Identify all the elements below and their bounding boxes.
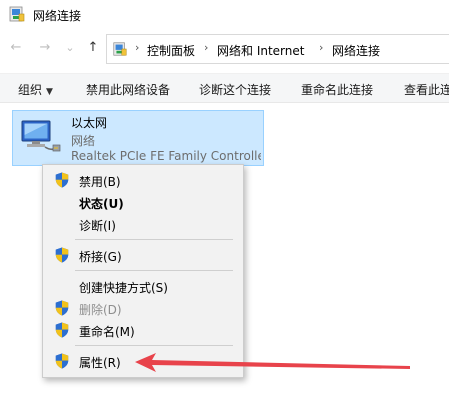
view-status-button[interactable]: 查看此连	[404, 81, 449, 98]
menu-item-label: 禁用(B)	[79, 175, 121, 189]
network-connections-icon	[9, 5, 25, 23]
menu-item-label: 重命名(M)	[79, 325, 135, 339]
menu-item-disable[interactable]: 禁用(B)	[45, 169, 241, 191]
menu-item-diagnose[interactable]: 诊断(I)	[45, 213, 241, 235]
diagnose-connection-button[interactable]: 诊断这个连接	[199, 81, 271, 98]
menu-item-label: 状态(U)	[79, 197, 124, 211]
shield-icon	[55, 172, 69, 188]
breadcrumb-separator-icon[interactable]: ›	[319, 41, 323, 54]
up-arrow-icon[interactable]: ↑	[84, 39, 102, 57]
menu-item-label: 删除(D)	[79, 303, 122, 317]
breadcrumb-separator-icon[interactable]: ›	[204, 41, 208, 54]
breadcrumb-network-internet[interactable]: 网络和 Internet	[217, 42, 304, 59]
address-row: ← → ⌄ ↑ › 控制面板 › 网络和 Internet › 网络连接	[0, 34, 449, 64]
shield-icon	[55, 322, 69, 338]
command-bar: 组织 ▼ 禁用此网络设备 诊断这个连接 重命名此连接 查看此连	[0, 73, 449, 103]
title-bar: 网络连接	[0, 0, 449, 30]
breadcrumb-separator-icon[interactable]: ›	[135, 41, 139, 54]
shield-icon	[55, 300, 69, 316]
menu-item-rename[interactable]: 重命名(M)	[45, 319, 241, 341]
address-bar[interactable]: › 控制面板 › 网络和 Internet › 网络连接	[106, 34, 449, 64]
shield-icon	[55, 247, 69, 263]
menu-item-delete: 删除(D)	[45, 297, 241, 319]
context-menu: 禁用(B) 状态(U) 诊断(I) 桥接(G) 创建快捷方式(S) 删除(D) …	[42, 164, 244, 378]
adapter-network-status: 网络	[71, 134, 96, 148]
menu-item-label: 创建快捷方式(S)	[79, 281, 168, 295]
organize-button[interactable]: 组织 ▼	[18, 81, 53, 98]
breadcrumb-control-panel[interactable]: 控制面板	[147, 42, 195, 59]
menu-item-bridge[interactable]: 桥接(G)	[45, 244, 241, 266]
menu-separator	[75, 239, 233, 240]
ethernet-adapter-icon	[21, 120, 61, 152]
network-connections-window: 网络连接 ← → ⌄ ↑ › 控制面板 › 网络和 Internet › 网络连…	[0, 0, 449, 416]
breadcrumb-network-connections[interactable]: 网络连接	[332, 42, 380, 59]
menu-item-properties[interactable]: 属性(R)	[45, 350, 241, 372]
back-arrow-icon[interactable]: ←	[7, 39, 25, 57]
shield-icon	[55, 353, 69, 369]
menu-item-status[interactable]: 状态(U)	[45, 191, 241, 213]
disable-device-button[interactable]: 禁用此网络设备	[86, 81, 170, 98]
rename-connection-button[interactable]: 重命名此连接	[301, 81, 373, 98]
forward-arrow-icon[interactable]: →	[36, 39, 54, 57]
recent-locations-icon[interactable]: ⌄	[61, 39, 79, 57]
menu-item-label: 属性(R)	[79, 356, 121, 370]
window-title: 网络连接	[33, 9, 82, 23]
control-panel-icon	[112, 41, 128, 57]
menu-separator	[75, 270, 233, 271]
chevron-down-icon: ▼	[46, 87, 53, 97]
ethernet-adapter-item[interactable]: 以太网 网络 Realtek PCIe FE Family Controller	[12, 110, 264, 166]
organize-label: 组织	[18, 83, 43, 97]
menu-separator	[75, 345, 233, 346]
adapter-name: 以太网	[71, 116, 108, 130]
menu-item-create-shortcut[interactable]: 创建快捷方式(S)	[45, 275, 241, 297]
menu-item-label: 桥接(G)	[79, 250, 122, 264]
menu-item-label: 诊断(I)	[79, 219, 116, 233]
adapter-device-name: Realtek PCIe FE Family Controller	[71, 149, 261, 163]
